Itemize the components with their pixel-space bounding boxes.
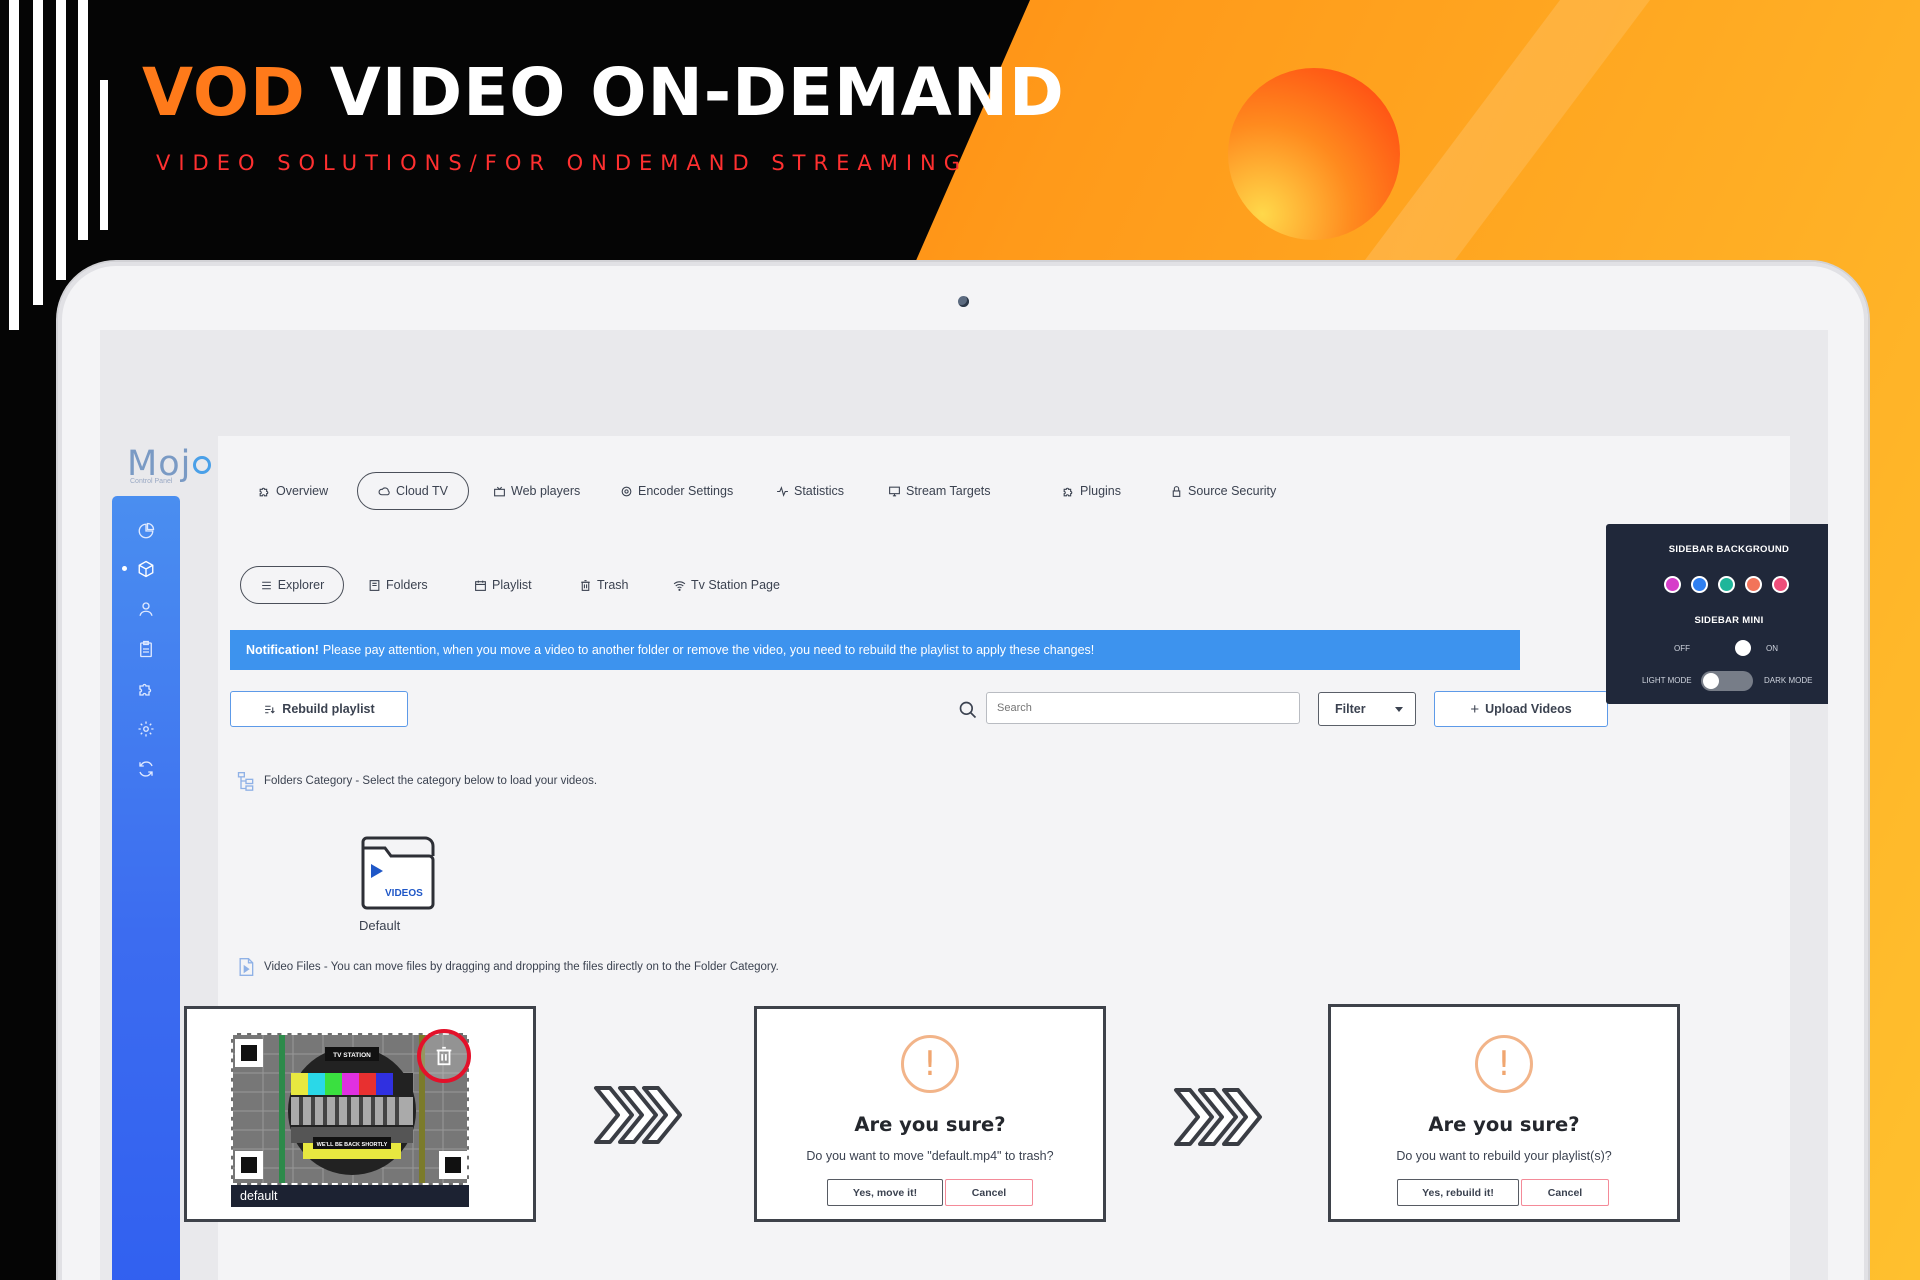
sidebar-background-title: SIDEBAR BACKGROUND — [1668, 544, 1790, 555]
swatch-pink[interactable] — [1664, 576, 1681, 593]
notification-banner: Notification! Please pay attention, when… — [230, 630, 1520, 670]
video-name: default — [231, 1185, 469, 1207]
arrow-right-icon — [594, 1086, 682, 1144]
delete-video-button[interactable] — [417, 1029, 471, 1083]
cancel-button[interactable]: Cancel — [945, 1179, 1033, 1206]
toggle-knob — [1703, 673, 1719, 689]
swatch-blue[interactable] — [1691, 576, 1708, 593]
file-video-icon — [239, 958, 254, 976]
rebuild-icon — [265, 705, 276, 714]
active-indicator — [122, 566, 127, 571]
arrow-right-icon — [1174, 1088, 1262, 1146]
nav-stream-targets[interactable]: Stream Targets — [888, 472, 991, 510]
wifi-icon — [673, 580, 686, 591]
confirm-move-button[interactable]: Yes, move it! — [827, 1179, 943, 1206]
camera-icon — [958, 296, 969, 307]
sidebar-user-icon[interactable] — [137, 600, 155, 618]
light-mode-label: LIGHT MODE — [1642, 676, 1692, 685]
screen: Moj Control Panel Overview Cloud TV Web … — [100, 330, 1828, 1280]
activity-icon — [777, 485, 788, 497]
dark-mode-label: DARK MODE — [1764, 676, 1813, 685]
dialog-text: Do you want to move "default.mp4" to tra… — [806, 1149, 1054, 1163]
nav-encoder-settings[interactable]: Encoder Settings — [620, 472, 733, 510]
sun-orb — [1228, 68, 1400, 240]
theme-settings-panel: SIDEBAR BACKGROUND SIDEBAR MINI OFF ON L… — [1606, 524, 1828, 704]
nav-plugins[interactable]: Plugins — [1062, 472, 1121, 510]
chevron-down-icon — [1395, 706, 1403, 712]
app-main: Overview Cloud TV Web players Encoder Se… — [184, 436, 1828, 1280]
sidebar-refresh-icon[interactable] — [137, 760, 155, 778]
swatch-rose[interactable] — [1772, 576, 1789, 593]
video-card[interactable]: TV STATION WE'LL BE BACK SHORTLY default — [184, 1006, 536, 1222]
monitor-icon — [889, 486, 900, 496]
cancel-button[interactable]: Cancel — [1521, 1179, 1609, 1206]
tab-trash[interactable]: Trash — [579, 566, 629, 604]
dialog-title: Are you sure? — [854, 1113, 1006, 1136]
nav-web-players[interactable]: Web players — [493, 472, 580, 510]
swatch-orange[interactable] — [1745, 576, 1762, 593]
nav-overview[interactable]: Overview — [258, 472, 328, 510]
warning-icon: ! — [1475, 1035, 1533, 1093]
search-icon — [959, 701, 977, 719]
nav-cloud-tv[interactable]: Cloud TV — [357, 472, 469, 510]
nav-source-security[interactable]: Source Security — [1170, 472, 1276, 510]
folder-label: Default — [359, 918, 401, 933]
warning-icon: ! — [901, 1035, 959, 1093]
nav-statistics[interactable]: Statistics — [776, 472, 844, 510]
folders-caption: Folders Category - Select the category b… — [236, 770, 597, 792]
trash-icon — [436, 1046, 452, 1066]
folder-icon — [369, 579, 380, 591]
dialog-title: Are you sure? — [1428, 1113, 1580, 1136]
off-label: OFF — [1674, 644, 1690, 653]
upload-videos-button[interactable]: + Upload Videos — [1434, 691, 1608, 727]
filter-dropdown[interactable]: Filter — [1318, 692, 1416, 726]
banner-title: VOD VIDEO ON-DEMAND — [142, 54, 1065, 131]
on-label: ON — [1766, 644, 1778, 653]
folder-videos-icon[interactable]: VIDEOS — [359, 834, 439, 910]
video-files-caption: Video Files - You can move files by drag… — [236, 956, 779, 978]
settings-icon — [621, 486, 632, 496]
swatch-green[interactable] — [1718, 576, 1735, 593]
sidebar-gear-icon[interactable] — [137, 720, 155, 738]
calendar-icon — [475, 580, 486, 591]
sidebar — [112, 496, 180, 1280]
sidebar-mini-toggle[interactable] — [1735, 640, 1751, 656]
puzzle-icon — [1063, 487, 1073, 496]
sidebar-mini-title: SIDEBAR MINI — [1694, 615, 1764, 626]
sidebar-box-icon[interactable] — [137, 560, 155, 578]
plus-icon: + — [1470, 700, 1480, 718]
dark-mode-toggle[interactable] — [1701, 671, 1753, 691]
sidebar-puzzle-icon[interactable] — [137, 680, 155, 698]
dialog-text: Do you want to rebuild your playlist(s)? — [1396, 1149, 1612, 1163]
tab-explorer[interactable]: Explorer — [240, 566, 344, 604]
sitemap-icon — [237, 772, 254, 791]
tab-tv-station-page[interactable]: Tv Station Page — [673, 566, 780, 604]
trash-icon — [581, 579, 590, 591]
sidebar-dashboard-icon[interactable] — [137, 522, 155, 540]
confirm-rebuild-button[interactable]: Yes, rebuild it! — [1397, 1179, 1519, 1206]
banner-subtitle: VIDEO SOLUTIONS/FOR ONDEMAND STREAMING — [156, 151, 969, 175]
svg-text:VIDEOS: VIDEOS — [385, 888, 423, 899]
tab-folders[interactable]: Folders — [368, 566, 428, 604]
rebuild-confirm-dialog: ! Are you sure? Do you want to rebuild y… — [1328, 1004, 1680, 1222]
puzzle-icon — [259, 487, 269, 496]
svg-text:WE'LL BE BACK SHORTLY: WE'LL BE BACK SHORTLY — [317, 1142, 388, 1148]
logo-subtitle: Control Panel — [130, 478, 173, 485]
rebuild-playlist-button[interactable]: Rebuild playlist — [230, 691, 408, 727]
tab-playlist[interactable]: Playlist — [474, 566, 532, 604]
player-icon — [494, 486, 505, 496]
lock-icon — [1172, 485, 1181, 497]
list-icon — [261, 581, 271, 589]
trash-confirm-dialog: ! Are you sure? Do you want to move "def… — [754, 1006, 1106, 1222]
cloud-icon — [378, 486, 390, 495]
search-input[interactable] — [986, 692, 1300, 724]
sidebar-clipboard-icon[interactable] — [137, 640, 155, 658]
svg-text:TV STATION: TV STATION — [333, 1052, 371, 1059]
